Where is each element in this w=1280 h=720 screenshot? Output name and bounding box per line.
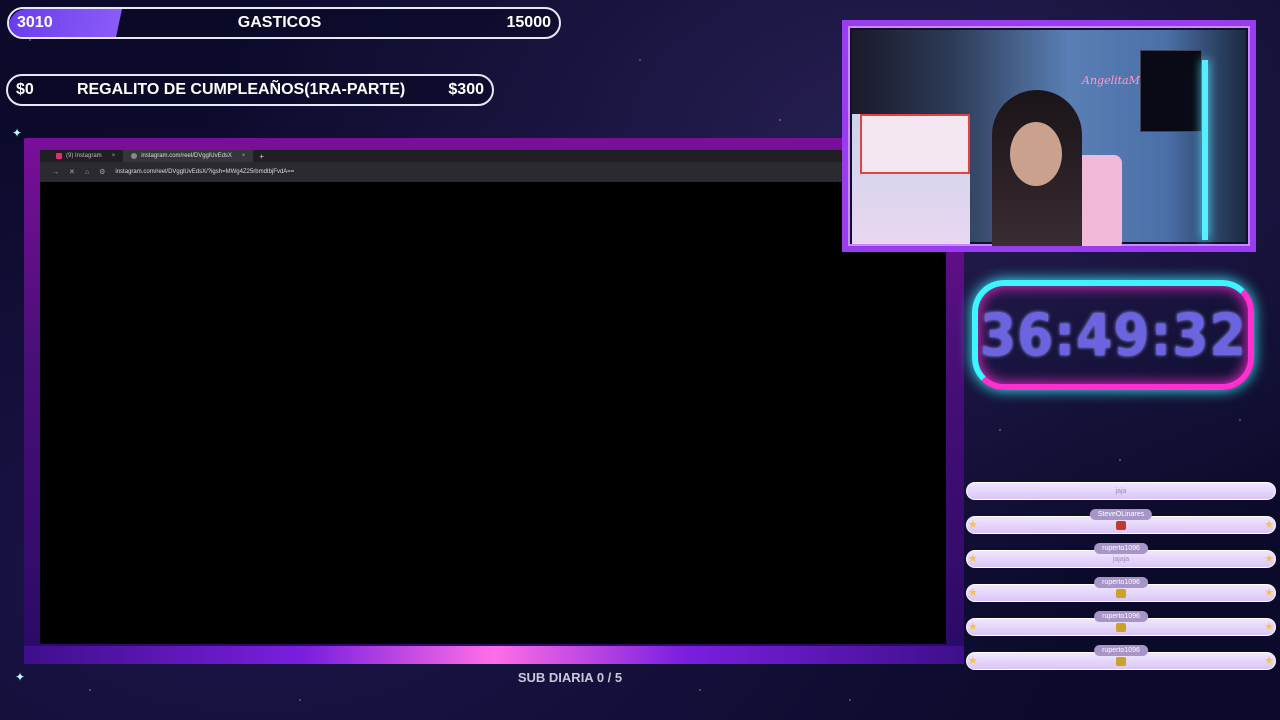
photo-board xyxy=(860,114,970,174)
emote-icon xyxy=(1116,588,1126,598)
tab-label: instagram.com/reel/DVgglUvEdsX xyxy=(141,153,232,159)
chat-username: ruperto1096 xyxy=(1094,577,1148,588)
chat-text: jajaja xyxy=(1112,555,1130,563)
chat-username: ruperto1096 xyxy=(1094,645,1148,656)
globe-icon xyxy=(131,153,138,159)
chat-text: jaja xyxy=(1115,487,1127,495)
star-icon: ★ xyxy=(968,655,978,667)
new-tab-button[interactable]: + xyxy=(253,152,270,161)
site-info-icon[interactable]: ⚙ xyxy=(99,168,105,176)
goal-current: 3010 xyxy=(17,14,53,31)
chat-message: ★ ★ ruperto1096 xyxy=(966,611,1276,636)
forward-icon[interactable]: → xyxy=(52,169,59,176)
emote-icon xyxy=(1116,520,1126,530)
chat-overlay: jaja ★ ★ SteveOLinares ★ ★ ruperto1096 j… xyxy=(966,480,1276,680)
chat-message: jaja xyxy=(966,482,1276,500)
tab-instagram[interactable]: (9) Instagram × xyxy=(48,150,123,162)
sparkle-icon: ✦ xyxy=(15,670,26,684)
goal-target: 15000 xyxy=(506,14,552,31)
subathon-timer: 36:49:32 xyxy=(972,280,1254,390)
chat-message: ★ ★ ruperto1096 xyxy=(966,645,1276,670)
close-icon[interactable]: × xyxy=(242,153,246,159)
timer-value: 36:49:32 xyxy=(979,301,1247,369)
poster xyxy=(1140,50,1202,132)
chat-username: ruperto1096 xyxy=(1094,611,1148,622)
star-icon: ★ xyxy=(968,621,978,633)
goal-bar-gasticos: 3010 GASTICOS 15000 xyxy=(7,7,561,39)
home-icon[interactable]: ⌂ xyxy=(85,169,89,176)
chat-message: ★ ★ ruperto1096 xyxy=(966,577,1276,602)
browser-viewport[interactable] xyxy=(40,182,946,644)
chat-username: SteveOLinares xyxy=(1089,509,1153,520)
star-icon: ★ xyxy=(1264,655,1274,667)
chat-username: ruperto1096 xyxy=(1094,543,1148,554)
star-icon: ★ xyxy=(1264,621,1274,633)
star-icon: ★ xyxy=(968,519,978,531)
star-icon: ★ xyxy=(968,587,978,599)
star-icon: ★ xyxy=(1264,553,1274,565)
webcam-feed: AngelitaM xyxy=(852,30,1246,246)
stop-icon[interactable]: ✕ xyxy=(69,168,75,176)
instagram-icon xyxy=(56,153,62,159)
sub-goal-label: SUB DIARIA 0 / 5 xyxy=(517,670,623,685)
tab-reel[interactable]: instagram.com/reel/DVgglUvEdsX × xyxy=(123,150,254,162)
screen-frame-glow xyxy=(24,646,964,664)
goal-bar-regalito: $0 REGALITO DE CUMPLEAÑOS(1RA-PARTE) $30… xyxy=(6,74,494,106)
goal-target: $300 xyxy=(448,81,484,98)
star-icon: ★ xyxy=(1264,587,1274,599)
sparkle-icon: ✦ xyxy=(12,126,23,140)
chat-message: ★ ★ SteveOLinares xyxy=(966,509,1276,534)
emote-icon xyxy=(1116,656,1126,666)
streamer-face xyxy=(1010,122,1062,186)
close-icon[interactable]: × xyxy=(112,153,116,159)
star-icon: ★ xyxy=(1264,519,1274,531)
browser-toolbar: → ✕ ⌂ ⚙ instagram.com/reel/DVgglUvEdsX/?… xyxy=(40,162,946,182)
browser-tab-bar: (9) Instagram × instagram.com/reel/DVggl… xyxy=(40,150,946,162)
emote-icon xyxy=(1116,622,1126,632)
browser-window: (9) Instagram × instagram.com/reel/DVggl… xyxy=(40,150,946,644)
address-bar[interactable]: instagram.com/reel/DVgglUvEdsX/?igsh=MWg… xyxy=(115,169,294,175)
wall-sign: AngelitaM xyxy=(1082,74,1140,87)
tab-label: (9) Instagram xyxy=(66,153,102,159)
goal-title: REGALITO DE CUMPLEAÑOS(1RA-PARTE) xyxy=(76,81,406,98)
goal-title: GASTICOS xyxy=(237,14,322,31)
chat-bubble: jaja xyxy=(966,482,1276,500)
chat-message: ★ ★ ruperto1096 jajaja xyxy=(966,543,1276,568)
star-icon: ★ xyxy=(968,553,978,565)
webcam-frame: AngelitaM xyxy=(842,20,1256,252)
goal-current: $0 xyxy=(16,81,34,98)
neon-light xyxy=(1202,60,1208,240)
